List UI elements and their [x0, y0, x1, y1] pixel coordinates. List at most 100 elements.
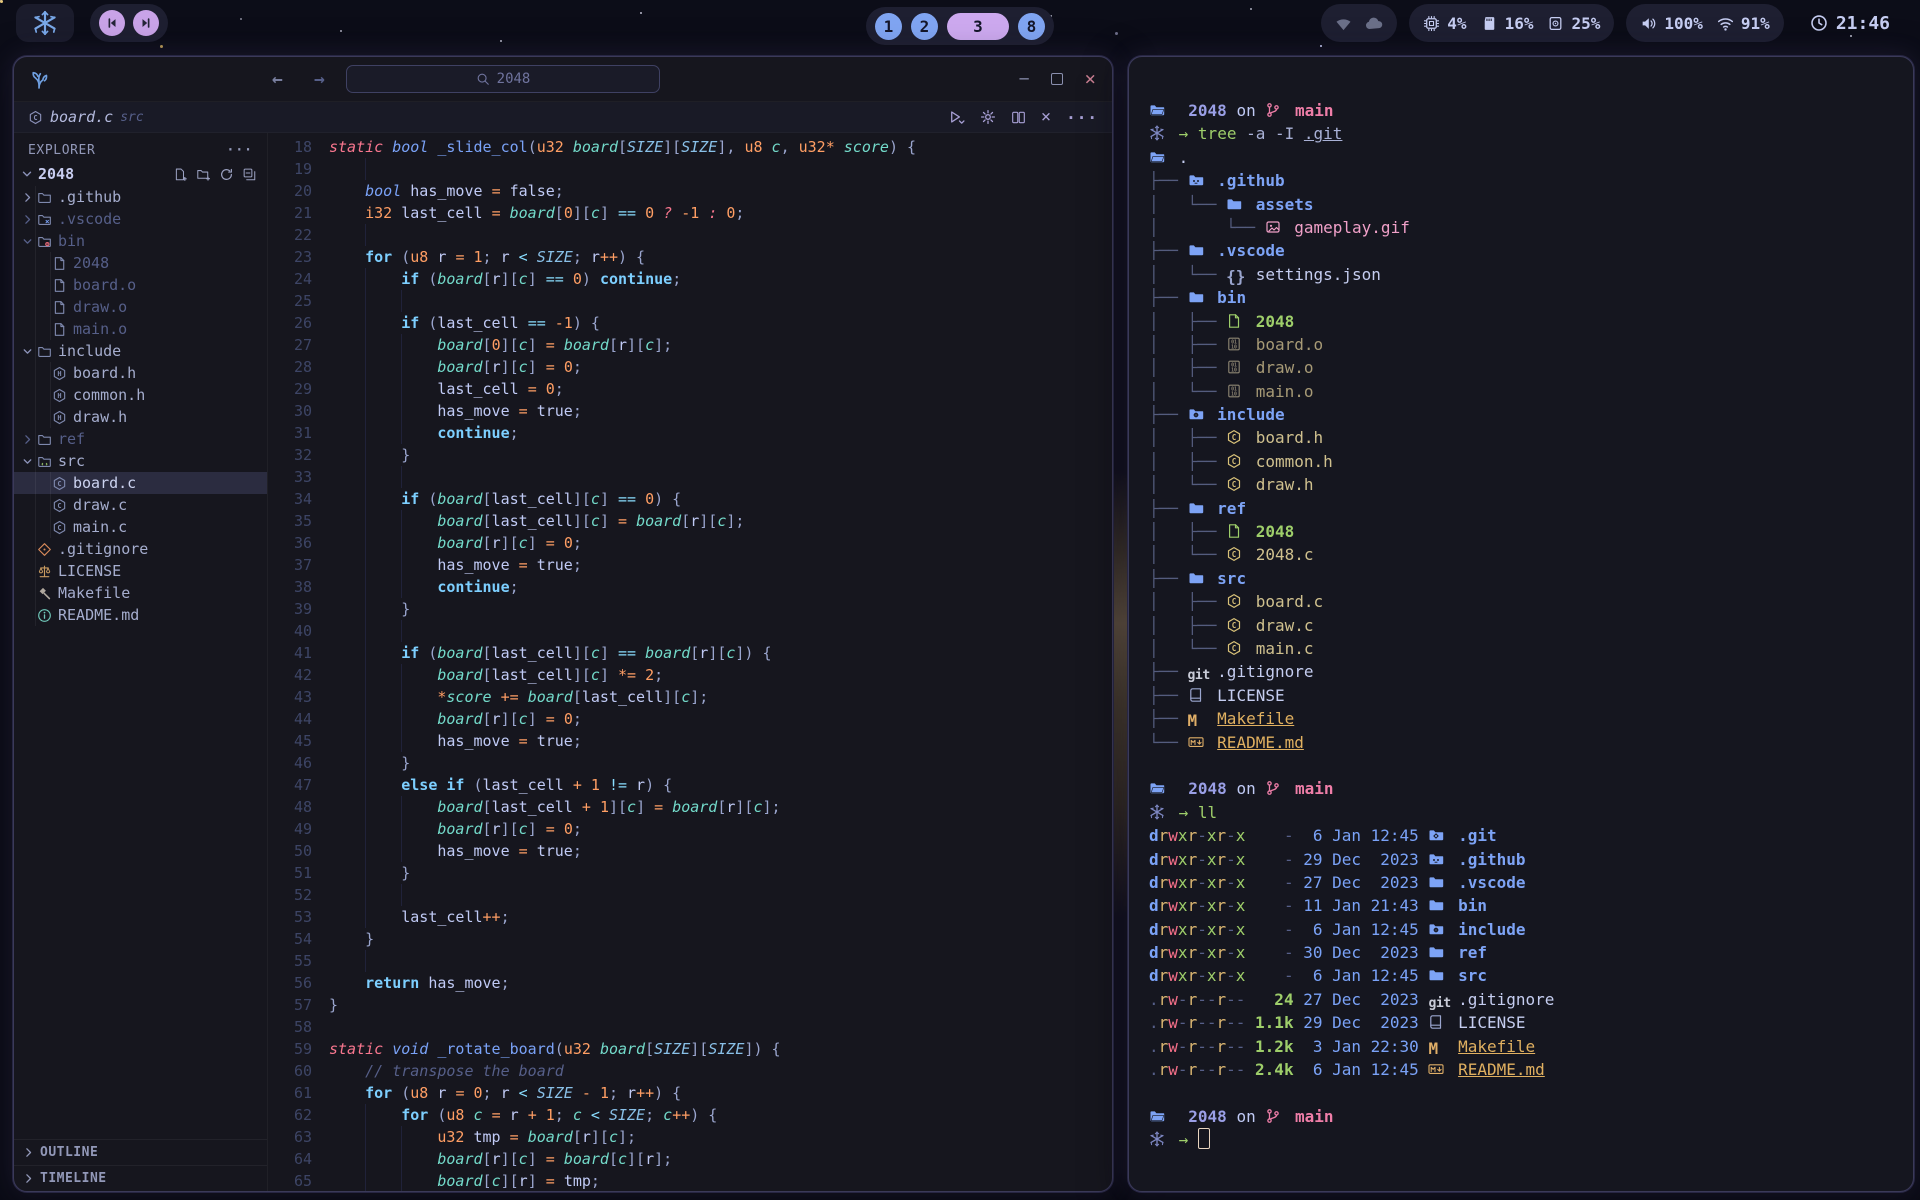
code-line-36[interactable]: 36 board[r][c] = 0; [268, 532, 1112, 554]
explorer-item-include[interactable]: include [14, 340, 267, 362]
close-editor-icon[interactable]: × [1041, 107, 1051, 127]
code-line-61[interactable]: 61 for (u8 r = 0; r < SIZE - 1; r++) { [268, 1082, 1112, 1104]
explorer-item-.github[interactable]: .github [14, 186, 267, 208]
collapse-folders-button[interactable] [242, 167, 257, 182]
workspace-3-active[interactable]: 3 [947, 13, 1009, 40]
tab-board-c[interactable]: C board.c src [14, 102, 158, 132]
split-editor-icon[interactable] [1011, 110, 1026, 125]
code-line-53[interactable]: 53 last_cell++; [268, 906, 1112, 928]
workspace-1[interactable]: 1 [875, 13, 902, 40]
code-line-35[interactable]: 35 board[last_cell][c] = board[r][c]; [268, 510, 1112, 532]
code-line-51[interactable]: 51 } [268, 862, 1112, 884]
code-line-39[interactable]: 39 } [268, 598, 1112, 620]
code-line-59[interactable]: 59static void _rotate_board(u32 board[SI… [268, 1038, 1112, 1060]
explorer-item-2048[interactable]: 2048 [14, 252, 267, 274]
code-line-45[interactable]: 45 has_move = true; [268, 730, 1112, 752]
nix-launcher-button[interactable] [16, 4, 74, 42]
code-line-56[interactable]: 56 return has_move; [268, 972, 1112, 994]
refresh-explorer-button[interactable] [219, 167, 234, 182]
code-line-30[interactable]: 30 has_move = true; [268, 400, 1112, 422]
code-line-21[interactable]: 21 i32 last_cell = board[0][c] == 0 ? -1… [268, 202, 1112, 224]
timeline-panel[interactable]: TIMELINE [14, 1165, 267, 1191]
command-center-search[interactable]: 2048 [346, 65, 660, 93]
code-line-58[interactable]: 58 [268, 1016, 1112, 1038]
explorer-item-.gitignore[interactable]: .gitignore [14, 538, 267, 560]
settings-gear-icon[interactable] [980, 109, 996, 125]
code-line-60[interactable]: 60 // transpose the board [268, 1060, 1112, 1082]
code-line-31[interactable]: 31 continue; [268, 422, 1112, 444]
media-prev-button[interactable] [99, 10, 125, 36]
code-line-54[interactable]: 54 } [268, 928, 1112, 950]
code-line-18[interactable]: 18static bool _slide_col(u32 board[SIZE]… [268, 136, 1112, 158]
code-line-47[interactable]: 47 else if (last_cell + 1 != r) { [268, 774, 1112, 796]
code-line-27[interactable]: 27 board[0][c] = board[r][c]; [268, 334, 1112, 356]
code-line-20[interactable]: 20 bool has_move = false; [268, 180, 1112, 202]
clock-widget[interactable]: 21:46 [1796, 4, 1904, 42]
explorer-item-.vscode[interactable]: .vscode [14, 208, 267, 230]
explorer-item-main.o[interactable]: main.o [14, 318, 267, 340]
code-line-46[interactable]: 46 } [268, 752, 1112, 774]
code-line-24[interactable]: 24 if (board[r][c] == 0) continue; [268, 268, 1112, 290]
explorer-item-common.h[interactable]: Hcommon.h [14, 384, 267, 406]
code-line-64[interactable]: 64 board[r][c] = board[c][r]; [268, 1148, 1112, 1170]
code-line-48[interactable]: 48 board[last_cell + 1][c] = board[r][c]… [268, 796, 1112, 818]
code-line-57[interactable]: 57} [268, 994, 1112, 1016]
explorer-item-draw.o[interactable]: draw.o [14, 296, 267, 318]
maximize-button[interactable] [1051, 73, 1063, 85]
code-line-25[interactable]: 25 [268, 290, 1112, 312]
explorer-item-board.h[interactable]: Hboard.h [14, 362, 267, 384]
code-line-43[interactable]: 43 *score += board[last_cell][c]; [268, 686, 1112, 708]
code-line-52[interactable]: 52 [268, 884, 1112, 906]
workspace-2[interactable]: 2 [911, 13, 938, 40]
workspace-8[interactable]: 8 [1018, 13, 1045, 40]
explorer-item-draw.h[interactable]: Hdraw.h [14, 406, 267, 428]
code-line-32[interactable]: 32 } [268, 444, 1112, 466]
close-button[interactable]: × [1085, 68, 1096, 90]
code-line-49[interactable]: 49 board[r][c] = 0; [268, 818, 1112, 840]
code-line-19[interactable]: 19 [268, 158, 1112, 180]
explorer-root-row[interactable]: 2048 [14, 162, 267, 186]
explorer-item-board.o[interactable]: board.o [14, 274, 267, 296]
code-line-63[interactable]: 63 u32 tmp = board[r][c]; [268, 1126, 1112, 1148]
code-line-28[interactable]: 28 board[r][c] = 0; [268, 356, 1112, 378]
code-line-29[interactable]: 29 last_cell = 0; [268, 378, 1112, 400]
code-line-62[interactable]: 62 for (u8 c = r + 1; c < SIZE; c++) { [268, 1104, 1112, 1126]
new-folder-button[interactable] [196, 167, 211, 182]
terminal-input-line[interactable]: → [1149, 1128, 1889, 1151]
code-line-44[interactable]: 44 board[r][c] = 0; [268, 708, 1112, 730]
explorer-item-src[interactable]: src [14, 450, 267, 472]
more-actions-icon[interactable]: ··· [1066, 108, 1098, 127]
explorer-item-LICENSE[interactable]: LICENSE [14, 560, 267, 582]
audio-network-stats[interactable]: 100% 91% [1626, 4, 1783, 42]
nav-back-button[interactable]: ← [272, 69, 283, 90]
vscode-titlebar[interactable]: ← → 2048 ─ × [14, 57, 1112, 102]
code-editor[interactable]: 18static bool _slide_col(u32 board[SIZE]… [268, 133, 1112, 1191]
code-line-23[interactable]: 23 for (u8 r = 1; r < SIZE; r++) { [268, 246, 1112, 268]
code-line-37[interactable]: 37 has_move = true; [268, 554, 1112, 576]
terminal-content[interactable]: 2048 on main → tree -a -I .git .├── .git… [1129, 57, 1913, 1152]
network-tray[interactable] [1321, 4, 1397, 42]
run-code-button[interactable] [948, 109, 965, 126]
explorer-item-bin[interactable]: bin [14, 230, 267, 252]
explorer-item-board.c[interactable]: Cboard.c [14, 472, 267, 494]
code-line-38[interactable]: 38 continue; [268, 576, 1112, 598]
code-line-50[interactable]: 50 has_move = true; [268, 840, 1112, 862]
explorer-item-ref[interactable]: ref [14, 428, 267, 450]
code-line-26[interactable]: 26 if (last_cell == -1) { [268, 312, 1112, 334]
explorer-item-draw.c[interactable]: Cdraw.c [14, 494, 267, 516]
code-line-55[interactable]: 55 [268, 950, 1112, 972]
code-line-40[interactable]: 40 [268, 620, 1112, 642]
code-line-22[interactable]: 22 [268, 224, 1112, 246]
new-file-button[interactable] [173, 167, 188, 182]
media-next-button[interactable] [133, 10, 159, 36]
explorer-more-button[interactable]: ··· [227, 143, 253, 158]
nav-forward-button[interactable]: → [314, 69, 325, 90]
outline-panel[interactable]: OUTLINE [14, 1139, 267, 1165]
code-line-33[interactable]: 33 [268, 466, 1112, 488]
code-line-42[interactable]: 42 board[last_cell][c] *= 2; [268, 664, 1112, 686]
minimize-button[interactable]: ─ [1020, 70, 1029, 88]
explorer-item-main.c[interactable]: Cmain.c [14, 516, 267, 538]
explorer-item-README.md[interactable]: README.md [14, 604, 267, 626]
code-line-65[interactable]: 65 board[c][r] = tmp; [268, 1170, 1112, 1191]
explorer-item-Makefile[interactable]: Makefile [14, 582, 267, 604]
